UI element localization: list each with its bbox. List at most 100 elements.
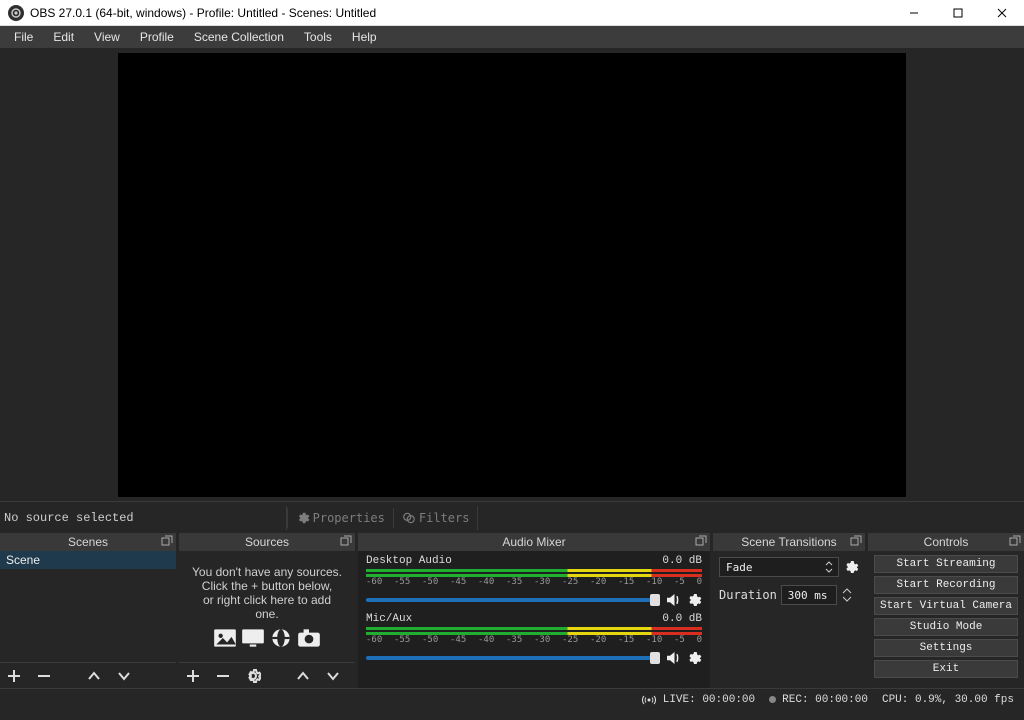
controls-dock: Controls Start Streaming Start Recording… (868, 533, 1024, 688)
start-streaming-button[interactable]: Start Streaming (874, 555, 1018, 573)
docks-row: Scenes Scene Sources You don't have any … (0, 533, 1024, 688)
gear-icon (296, 511, 310, 525)
audio-mixer-dock: Audio Mixer Desktop Audio 0.0 dB -60-55-… (358, 533, 710, 688)
image-icon (212, 627, 238, 649)
sources-footer (179, 662, 355, 688)
sources-popout-icon[interactable] (340, 535, 352, 547)
menu-tools[interactable]: Tools (294, 27, 342, 47)
transition-selected: Fade (726, 561, 753, 574)
mixer-channel-mic: Mic/Aux 0.0 dB -60-55-50-45-40-35-30-25-… (358, 609, 710, 667)
mixer-title: Audio Mixer (502, 535, 565, 549)
source-toolbar: No source selected Properties Filters (0, 501, 1024, 533)
source-settings-button[interactable] (245, 668, 261, 684)
menu-edit[interactable]: Edit (43, 27, 84, 47)
mixer-ch0-meter: -60-55-50-45-40-35-30-25-20-15-10-50 (366, 569, 702, 589)
close-button[interactable] (980, 0, 1024, 26)
scene-item[interactable]: Scene (0, 551, 176, 569)
transitions-title: Scene Transitions (741, 535, 836, 549)
controls-body: Start Streaming Start Recording Start Vi… (868, 551, 1024, 688)
scenes-list[interactable]: Scene (0, 551, 176, 662)
remove-source-button[interactable] (215, 668, 231, 684)
source-filters-button[interactable]: Filters (393, 508, 478, 528)
preview-area (0, 48, 1024, 501)
broadcast-icon (641, 694, 657, 706)
status-live-text: LIVE: 00:00:00 (663, 694, 755, 706)
transition-duration-stepper[interactable] (841, 587, 853, 603)
camera-icon (296, 627, 322, 649)
status-cpu: CPU: 0.9%, 30.00 fps (882, 694, 1014, 706)
window-title: OBS 27.0.1 (64-bit, windows) - Profile: … (30, 6, 892, 20)
status-cpu-text: CPU: 0.9%, 30.00 fps (882, 694, 1014, 706)
sources-empty-line3: or right click here to add one. (191, 593, 343, 621)
remove-scene-button[interactable] (36, 668, 52, 684)
transitions-body: Fade Duration 300 ms (713, 551, 865, 688)
sources-empty-text: You don't have any sources. Click the + … (179, 551, 355, 653)
transition-select[interactable]: Fade (719, 557, 839, 577)
sources-title: Sources (245, 535, 289, 549)
move-source-down-button[interactable] (325, 668, 341, 684)
transition-duration-label: Duration (719, 588, 777, 602)
controls-header: Controls (868, 533, 1024, 551)
menu-file[interactable]: File (4, 27, 43, 47)
sources-empty-line2: Click the + button below, (191, 579, 343, 593)
settings-button[interactable]: Settings (874, 639, 1018, 657)
record-dot-icon (769, 696, 776, 703)
scenes-footer (0, 662, 176, 688)
maximize-button[interactable] (936, 0, 980, 26)
mixer-ch1-volume-slider[interactable] (366, 656, 660, 660)
status-rec-text: REC: 00:00:00 (782, 694, 868, 706)
controls-title: Controls (924, 535, 969, 549)
mixer-ch0-level: 0.0 dB (662, 555, 702, 567)
menu-view[interactable]: View (84, 27, 130, 47)
status-live: LIVE: 00:00:00 (641, 694, 755, 706)
mixer-ch1-settings-button[interactable] (686, 650, 702, 666)
sources-hint-icons (191, 627, 343, 649)
status-rec: REC: 00:00:00 (769, 694, 868, 706)
sources-empty-line1: You don't have any sources. (191, 565, 343, 579)
start-recording-button[interactable]: Start Recording (874, 576, 1018, 594)
sources-list[interactable]: You don't have any sources. Click the + … (179, 551, 355, 662)
minimize-button[interactable] (892, 0, 936, 26)
filters-label: Filters (419, 511, 470, 525)
mixer-header: Audio Mixer (358, 533, 710, 551)
transition-duration-input[interactable]: 300 ms (781, 585, 837, 605)
transitions-popout-icon[interactable] (850, 535, 862, 547)
mixer-ch1-meter: -60-55-50-45-40-35-30-25-20-15-10-50 (366, 627, 702, 647)
mixer-ch0-volume-slider[interactable] (366, 598, 660, 602)
move-scene-up-button[interactable] (86, 668, 102, 684)
scenes-popout-icon[interactable] (161, 535, 173, 547)
transitions-dock: Scene Transitions Fade Duration 300 ms (713, 533, 865, 688)
controls-popout-icon[interactable] (1009, 535, 1021, 547)
title-bar: OBS 27.0.1 (64-bit, windows) - Profile: … (0, 0, 1024, 26)
mixer-ch1-level: 0.0 dB (662, 613, 702, 625)
globe-icon (268, 627, 294, 649)
move-source-up-button[interactable] (295, 668, 311, 684)
mixer-ch1-mute-button[interactable] (664, 649, 682, 667)
preview-canvas[interactable] (118, 53, 906, 497)
menu-help[interactable]: Help (342, 27, 387, 47)
move-scene-down-button[interactable] (116, 668, 132, 684)
mixer-ch0-name: Desktop Audio (366, 555, 452, 567)
add-source-button[interactable] (185, 668, 201, 684)
transition-settings-button[interactable] (843, 559, 859, 575)
app-icon (8, 5, 24, 21)
exit-button[interactable]: Exit (874, 660, 1018, 678)
scenes-title: Scenes (68, 535, 108, 549)
mixer-popout-icon[interactable] (695, 535, 707, 547)
status-bar: LIVE: 00:00:00 REC: 00:00:00 CPU: 0.9%, … (0, 688, 1024, 710)
start-virtual-camera-button[interactable]: Start Virtual Camera (874, 597, 1018, 615)
menu-bar: File Edit View Profile Scene Collection … (0, 26, 1024, 48)
menu-profile[interactable]: Profile (130, 27, 184, 47)
mixer-ch0-settings-button[interactable] (686, 592, 702, 608)
transitions-header: Scene Transitions (713, 533, 865, 551)
studio-mode-button[interactable]: Studio Mode (874, 618, 1018, 636)
source-properties-button[interactable]: Properties (287, 508, 393, 528)
sources-dock: Sources You don't have any sources. Clic… (179, 533, 355, 688)
display-icon (240, 627, 266, 649)
filters-icon (402, 511, 416, 525)
mixer-channel-desktop: Desktop Audio 0.0 dB -60-55-50-45-40-35-… (358, 551, 710, 609)
mixer-ch0-mute-button[interactable] (664, 591, 682, 609)
add-scene-button[interactable] (6, 668, 22, 684)
menu-scene-collection[interactable]: Scene Collection (184, 27, 294, 47)
sources-header: Sources (179, 533, 355, 551)
